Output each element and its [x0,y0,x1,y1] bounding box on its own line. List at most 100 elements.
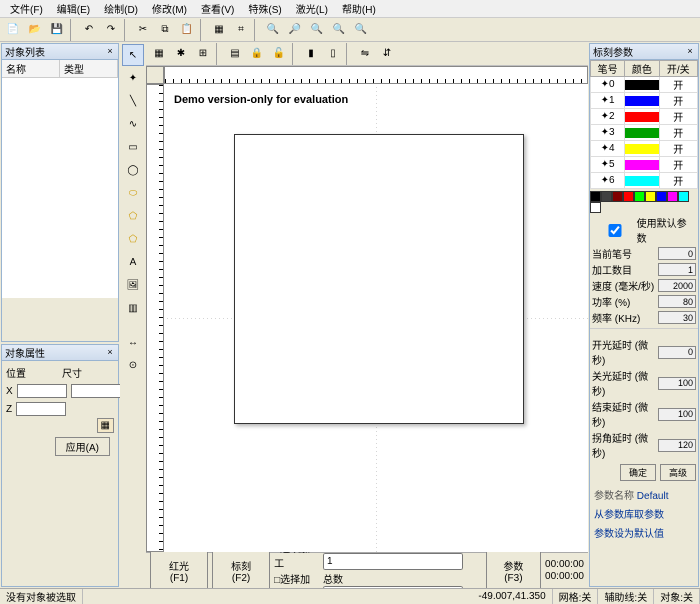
count-input[interactable] [658,263,696,276]
palette-swatch[interactable] [590,191,601,202]
palette-swatch[interactable] [612,191,623,202]
menu-draw[interactable]: 绘制(D) [98,0,144,17]
copy-icon[interactable]: ⧉ [154,19,176,41]
menu-edit[interactable]: 编辑(E) [51,0,96,17]
text-tool-icon[interactable]: A [122,251,144,273]
align-icon[interactable]: ▤ [224,43,246,65]
outline-icon[interactable]: ▯ [322,43,344,65]
pen-no-input[interactable] [658,247,696,260]
redo-icon[interactable]: ↷ [100,19,122,41]
ellipse-tool-icon[interactable]: ⬭ [122,182,144,204]
line-tool-icon[interactable]: ╲ [122,90,144,112]
cut-icon[interactable]: ✂ [132,19,154,41]
menu-laser[interactable]: 激光(L) [290,0,334,17]
apply-button[interactable]: 应用(A) [55,437,110,456]
array-icon[interactable]: ▦ [97,418,114,433]
palette-swatch[interactable] [590,202,601,213]
palette-swatch[interactable] [678,191,689,202]
pen-row[interactable]: ✦0开 [591,77,698,93]
zoom-out-icon[interactable]: 🔎 [284,19,306,41]
canvas[interactable]: Demo version-only for evaluation [164,84,588,552]
select-tool-icon[interactable]: ↖ [122,44,144,66]
unlock-icon[interactable]: 🔓 [268,43,290,65]
paste-icon[interactable]: 📋 [176,19,198,41]
red-light-button[interactable]: 红光 (F1) [150,551,208,591]
end-delay-input[interactable] [658,408,696,421]
mirror-h-icon[interactable]: ⇋ [354,43,376,65]
circle-tool-icon[interactable]: ◯ [122,159,144,181]
mirror-v-icon[interactable]: ⇵ [376,43,398,65]
set-default-link[interactable]: 参数设为默认值 [590,523,698,542]
palette-swatch[interactable] [601,191,612,202]
advanced-button[interactable]: 高级 [660,464,696,481]
mark-button[interactable]: 标刻 (F2) [212,551,270,591]
color-palette[interactable] [590,191,698,213]
barcode-tool-icon[interactable]: ▥ [122,297,144,319]
rect-tool-icon[interactable]: ▭ [122,136,144,158]
pen-row[interactable]: ✦2开 [591,109,698,125]
poly-delay-input[interactable] [658,439,696,452]
encoder-tool-icon[interactable]: ⊙ [122,354,144,376]
zoom-in-icon[interactable]: 🔍 [262,19,284,41]
ruler-vertical[interactable] [146,84,164,552]
open-icon[interactable]: 📂 [24,19,46,41]
status-snap[interactable]: 对象:关 [654,589,700,604]
lock-icon[interactable]: 🔒 [246,43,268,65]
on-delay-input[interactable] [658,346,696,359]
undo-icon[interactable]: ↶ [78,19,100,41]
zoom-all-icon[interactable]: 🔍 [328,19,350,41]
polygon-tool-icon[interactable]: ⬠ [122,205,144,227]
close-icon[interactable]: × [684,45,696,57]
palette-swatch[interactable] [634,191,645,202]
pen-row[interactable]: ✦3开 [591,125,698,141]
close-icon[interactable]: × [104,346,116,358]
param-name-value[interactable]: Default [637,491,669,502]
node-tool-icon[interactable]: ✦ [122,67,144,89]
status-grid[interactable]: 网格:关 [553,589,599,604]
new-icon[interactable]: 📄 [2,19,24,41]
palette-swatch[interactable] [667,191,678,202]
x-pos-input[interactable] [17,384,67,398]
snap-obj-icon[interactable]: ✱ [170,43,192,65]
menu-file[interactable]: 文件(F) [4,0,49,17]
pen-row[interactable]: ✦4开 [591,141,698,157]
col-name[interactable]: 名称 [2,60,60,77]
measure-tool-icon[interactable]: ↔ [122,331,144,353]
snap-guide-icon[interactable]: ⊞ [192,43,214,65]
object-list-body[interactable] [2,78,118,298]
status-guide[interactable]: 辅助线:关 [598,589,654,604]
load-from-lib-link[interactable]: 从参数库取参数 [590,504,698,523]
star-tool-icon[interactable]: ⬠ [122,228,144,250]
ok-button[interactable]: 确定 [620,464,656,481]
zoom-sel-icon[interactable]: 🔍 [350,19,372,41]
x-size-input[interactable] [71,384,121,398]
pen-row[interactable]: ✦1开 [591,93,698,109]
menu-view[interactable]: 查看(V) [195,0,240,17]
palette-swatch[interactable] [645,191,656,202]
group-icon[interactable]: ⌗ [230,19,252,41]
palette-swatch[interactable] [623,191,634,202]
use-default-checkbox[interactable]: 使用默认参数 [592,215,696,245]
speed-input[interactable] [658,279,696,292]
off-delay-input[interactable] [658,377,696,390]
curve-tool-icon[interactable]: ∿ [122,113,144,135]
menu-modify[interactable]: 修改(M) [146,0,193,17]
save-icon[interactable]: 💾 [46,19,68,41]
menu-special[interactable]: 特殊(S) [242,0,287,17]
param-button[interactable]: 参数(F3) [486,551,541,591]
image-tool-icon[interactable]: 🖼 [122,274,144,296]
palette-swatch[interactable] [656,191,667,202]
menu-help[interactable]: 帮助(H) [336,0,382,17]
pen-row[interactable]: ✦6开 [591,173,698,189]
pen-table[interactable]: 笔号颜色开/关 ✦0开✦1开✦2开✦3开✦4开✦5开✦6开 [590,60,698,189]
power-input[interactable] [658,295,696,308]
pen-row[interactable]: ✦5开 [591,157,698,173]
hatch-icon[interactable]: ▦ [208,19,230,41]
close-icon[interactable]: × [104,45,116,57]
zoom-fit-icon[interactable]: 🔍 [306,19,328,41]
ruler-horizontal[interactable] [164,66,588,84]
freq-input[interactable] [658,311,696,324]
col-type[interactable]: 类型 [60,60,118,77]
snap-grid-icon[interactable]: ▦ [148,43,170,65]
fill-icon[interactable]: ▮ [300,43,322,65]
